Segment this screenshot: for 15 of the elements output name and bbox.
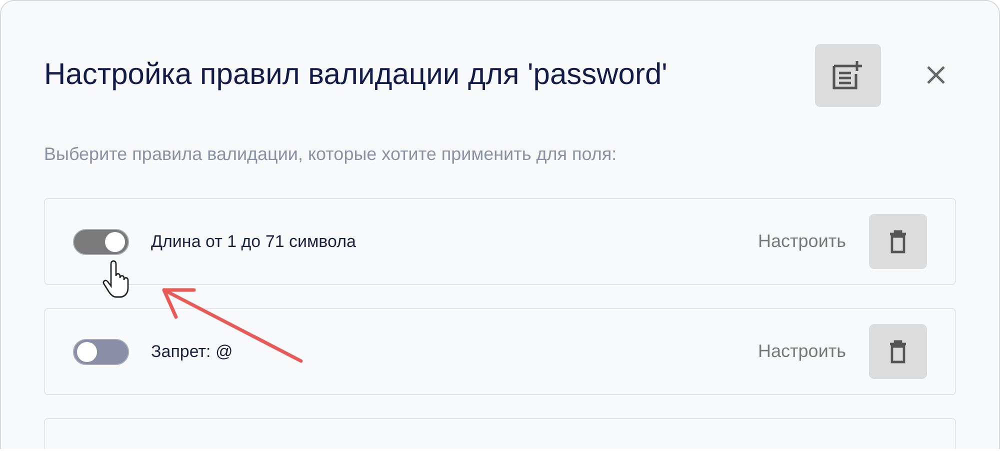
dialog-subtitle: Выберите правила валидации, которые хотите применить для поля:	[44, 144, 618, 165]
trash-icon	[889, 340, 907, 364]
delete-button[interactable]	[869, 214, 927, 269]
rule-label: Длина от 1 до 71 символа	[151, 232, 357, 252]
note-add-icon	[832, 60, 864, 90]
close-icon	[926, 65, 946, 85]
dialog-title: Настройка правил валидации для 'password'	[44, 58, 668, 92]
delete-button[interactable]	[869, 324, 927, 379]
add-note-button[interactable]	[815, 44, 881, 106]
rule-label: Запрет: @	[151, 342, 234, 362]
toggle-switch[interactable]	[73, 228, 129, 254]
configure-link[interactable]: Настроить	[758, 341, 846, 362]
trash-icon	[889, 230, 907, 254]
toggle-switch[interactable]	[73, 338, 129, 364]
configure-link[interactable]: Настроить	[758, 231, 846, 252]
